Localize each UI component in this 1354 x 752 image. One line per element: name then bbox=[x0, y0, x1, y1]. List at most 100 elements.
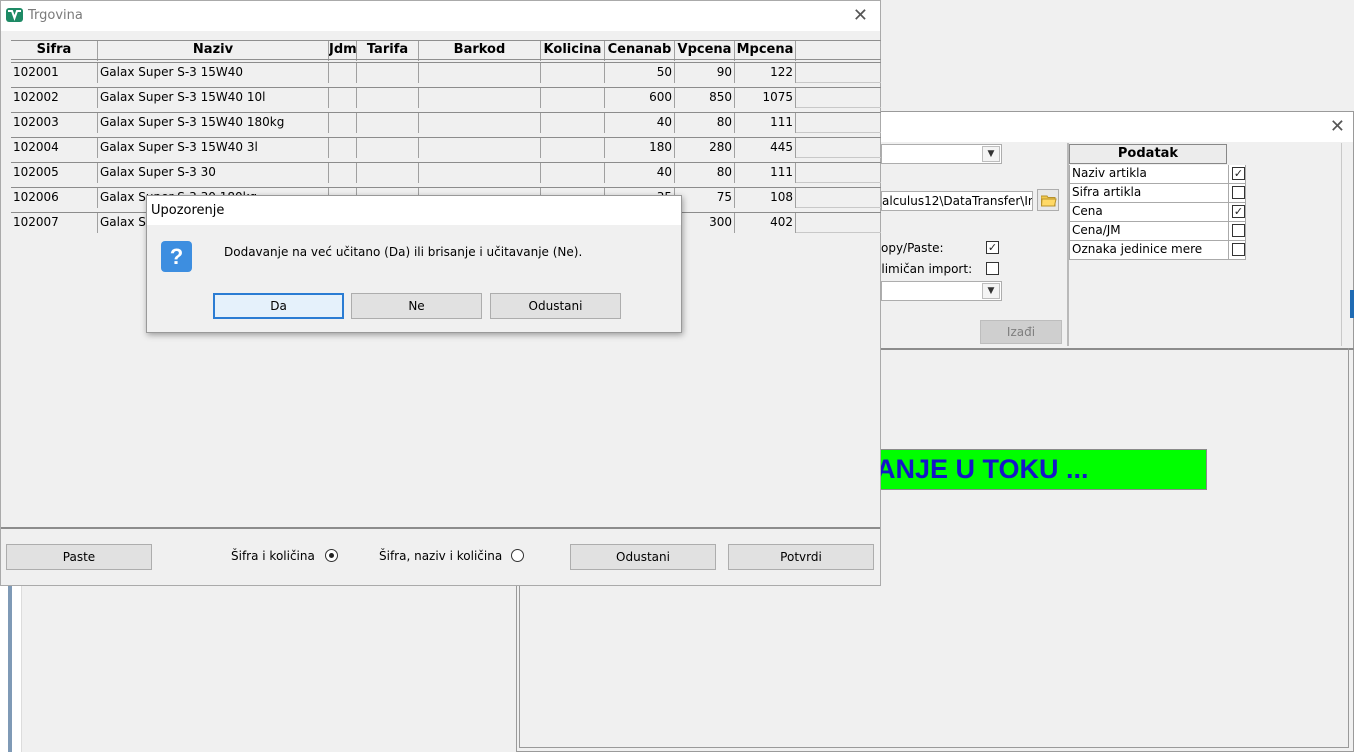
exit-button[interactable]: Izađi bbox=[980, 320, 1062, 344]
table-cell[interactable] bbox=[419, 88, 541, 108]
table-cell[interactable]: 111 bbox=[735, 163, 796, 183]
close-icon[interactable]: ✕ bbox=[853, 5, 868, 26]
source-combo[interactable]: ▼ bbox=[881, 144, 1002, 164]
table-cell[interactable] bbox=[329, 138, 357, 158]
table-cell[interactable]: 102005 bbox=[11, 163, 98, 183]
podatak-row[interactable]: Cena ✓ bbox=[1069, 203, 1246, 222]
table-cell[interactable]: Galax Super S-3 15W40 10l bbox=[98, 88, 329, 108]
podatak-row-label: Naziv artikla bbox=[1072, 166, 1147, 180]
table-cell[interactable]: 102002 bbox=[11, 88, 98, 108]
table-cell[interactable]: Galax Super S-3 15W40 3l bbox=[98, 138, 329, 158]
cancel-button[interactable]: Odustani bbox=[570, 544, 716, 570]
table-cell[interactable]: 102004 bbox=[11, 138, 98, 158]
table-cell[interactable]: 280 bbox=[675, 138, 735, 158]
warning-dialog: Upozorenje ? Dodavanje na već učitano (D… bbox=[146, 195, 682, 333]
copy-paste-checkbox[interactable]: ✓ bbox=[986, 241, 999, 254]
table-cell[interactable]: 80 bbox=[675, 163, 735, 183]
podatak-checkbox[interactable]: ✓ bbox=[1232, 205, 1245, 218]
table-cell[interactable] bbox=[541, 113, 605, 133]
column-header[interactable]: Barkod bbox=[419, 41, 541, 61]
background-window-edge bbox=[1350, 290, 1354, 318]
table-cell[interactable] bbox=[329, 63, 357, 83]
table-cell[interactable]: 180 bbox=[605, 138, 675, 158]
table-cell[interactable] bbox=[357, 63, 419, 83]
paste-button[interactable]: Paste bbox=[6, 544, 152, 570]
table-cell[interactable]: 108 bbox=[735, 188, 796, 208]
radio-sifra-naziv-kolicina[interactable] bbox=[511, 549, 524, 562]
column-header[interactable]: Tarifa bbox=[357, 41, 419, 61]
table-cell[interactable]: 445 bbox=[735, 138, 796, 158]
chevron-down-icon[interactable]: ▼ bbox=[982, 283, 1000, 299]
table-cell[interactable]: 50 bbox=[605, 63, 675, 83]
table-cell[interactable] bbox=[541, 63, 605, 83]
column-header[interactable]: Cenanab bbox=[605, 41, 675, 61]
podatak-checkbox[interactable]: ✓ bbox=[1232, 167, 1245, 180]
table-cell[interactable]: 80 bbox=[675, 113, 735, 133]
table-cell[interactable] bbox=[419, 138, 541, 158]
table-cell[interactable]: Galax Super S-3 15W40 bbox=[98, 63, 329, 83]
table-cell[interactable] bbox=[329, 163, 357, 183]
app-logo-icon bbox=[6, 8, 23, 22]
podatak-row-label: Sifra artikla bbox=[1072, 185, 1142, 199]
copy-paste-label: opy/Paste: bbox=[881, 241, 944, 255]
table-cell[interactable] bbox=[541, 163, 605, 183]
table-cell[interactable]: Galax Super S-3 15W40 180kg bbox=[98, 113, 329, 133]
table-cell[interactable]: 1075 bbox=[735, 88, 796, 108]
background-window-edge bbox=[0, 585, 22, 752]
table-cell[interactable] bbox=[357, 163, 419, 183]
no-button[interactable]: Ne bbox=[351, 293, 482, 319]
podatak-row[interactable]: Naziv artikla ✓ bbox=[1069, 165, 1246, 184]
dialog-cancel-button[interactable]: Odustani bbox=[490, 293, 621, 319]
table-cell[interactable]: 122 bbox=[735, 63, 796, 83]
table-cell[interactable] bbox=[357, 138, 419, 158]
podatak-checkbox[interactable] bbox=[1232, 224, 1245, 237]
podatak-row-label: Cena/JM bbox=[1072, 223, 1121, 237]
table-cell[interactable]: 111 bbox=[735, 113, 796, 133]
podatak-row[interactable]: Oznaka jedinice mere bbox=[1069, 241, 1246, 260]
partial-import-checkbox[interactable] bbox=[986, 262, 999, 275]
table-cell[interactable]: Galax Super S-3 30 bbox=[98, 163, 329, 183]
table-cell[interactable] bbox=[357, 113, 419, 133]
podatak-row-label: Oznaka jedinice mere bbox=[1072, 242, 1203, 256]
podatak-checkbox[interactable] bbox=[1232, 243, 1245, 256]
path-input[interactable]: alculus12\DataTransfer\Im bbox=[881, 191, 1033, 211]
chevron-down-icon[interactable]: ▼ bbox=[982, 146, 1000, 162]
import-type-combo[interactable]: ▼ bbox=[881, 281, 1002, 301]
table-cell[interactable]: 102001 bbox=[11, 63, 98, 83]
table-cell[interactable]: 40 bbox=[605, 163, 675, 183]
yes-button[interactable]: Da bbox=[213, 293, 344, 319]
confirm-button[interactable]: Potvrdi bbox=[728, 544, 874, 570]
table-cell[interactable]: 850 bbox=[675, 88, 735, 108]
table-cell[interactable]: 300 bbox=[675, 213, 735, 233]
table-cell[interactable] bbox=[357, 88, 419, 108]
column-header[interactable]: Vpcena bbox=[675, 41, 735, 61]
column-header[interactable]: Mpcena bbox=[735, 41, 796, 61]
table-cell[interactable]: 75 bbox=[675, 188, 735, 208]
table-cell[interactable] bbox=[541, 138, 605, 158]
radio-sifra-kolicina[interactable] bbox=[325, 549, 338, 562]
table-cell[interactable] bbox=[541, 88, 605, 108]
column-header[interactable]: Jdm bbox=[329, 41, 357, 61]
table-cell[interactable] bbox=[419, 113, 541, 133]
browse-folder-button[interactable] bbox=[1037, 189, 1059, 211]
partial-import-label: elimičan import: bbox=[874, 262, 973, 276]
table-cell[interactable] bbox=[329, 113, 357, 133]
podatak-row[interactable]: Sifra artikla bbox=[1069, 184, 1246, 203]
table-cell[interactable] bbox=[329, 88, 357, 108]
column-header[interactable]: Kolicina bbox=[541, 41, 605, 61]
table-cell[interactable]: 90 bbox=[675, 63, 735, 83]
podatak-checkbox[interactable] bbox=[1232, 186, 1245, 199]
table-cell[interactable]: 402 bbox=[735, 213, 796, 233]
podatak-row[interactable]: Cena/JM bbox=[1069, 222, 1246, 241]
table-cell[interactable]: 102006 bbox=[11, 188, 98, 208]
table-cell[interactable] bbox=[419, 63, 541, 83]
radio-sifra-naziv-kolicina-label: Šifra, naziv i količina bbox=[379, 549, 503, 563]
table-cell[interactable]: 600 bbox=[605, 88, 675, 108]
table-cell[interactable]: 40 bbox=[605, 113, 675, 133]
close-icon[interactable]: ✕ bbox=[1330, 116, 1345, 137]
column-header[interactable]: Sifra bbox=[11, 41, 98, 61]
table-cell[interactable] bbox=[419, 163, 541, 183]
table-cell[interactable]: 102007 bbox=[11, 213, 98, 233]
column-header[interactable]: Naziv bbox=[98, 41, 329, 61]
table-cell[interactable]: 102003 bbox=[11, 113, 98, 133]
